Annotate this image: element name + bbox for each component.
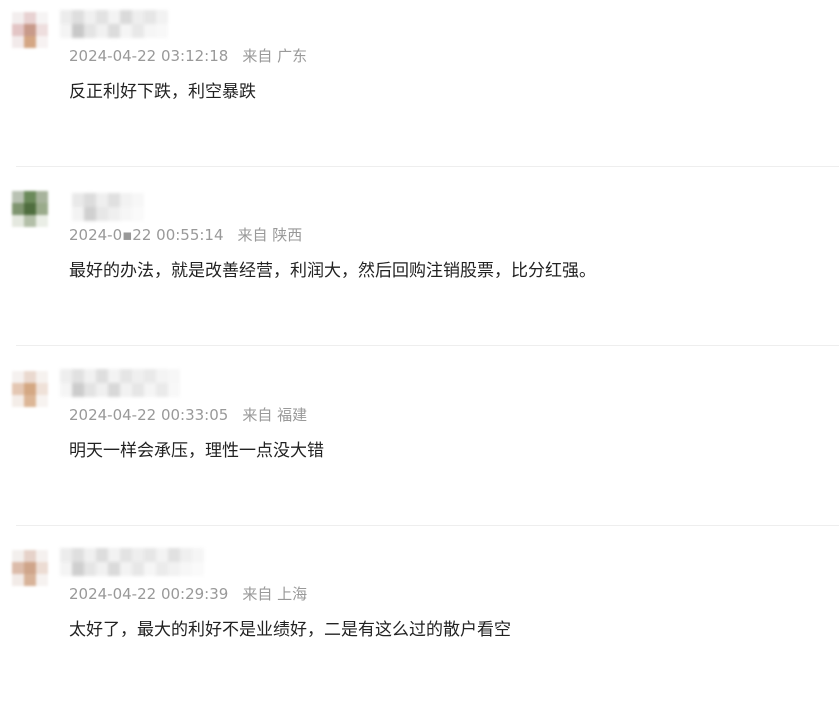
comment-meta: 2024-04-22 00:29:39 来自 上海 [69,584,307,604]
comment-text: 反正利好下跌，利空暴跌 [69,82,256,102]
comment-location: 来自 陕西 [237,226,303,244]
comment-timestamp: 2024-04-22 00:33:05 [69,406,229,424]
comment-timestamp: 2024-04-22 03:12:18 [69,47,229,65]
comment-text: 明天一样会承压，理性一点没大错 [69,441,324,461]
avatar[interactable] [12,12,48,48]
divider [16,525,839,526]
comment-location: 来自 广东 [242,47,308,65]
comment-meta: 2024-04-22 00:33:05 来自 福建 [69,405,307,425]
comment-item: 2024-0▪22 00:55:14 来自 陕西 最好的办法，就是改善经营，利润大… [0,179,839,358]
comment-location: 来自 福建 [242,406,308,424]
comment-text: 太好了，最大的利好不是业绩好，二是有这么过的散户看空 [69,620,511,640]
comment-item: 2024-04-22 03:12:18 来自 广东 反正利好下跌，利空暴跌 [0,0,839,179]
username-blurred[interactable] [60,548,204,576]
avatar[interactable] [12,191,48,227]
avatar[interactable] [12,371,48,407]
username-blurred[interactable] [72,193,144,221]
username-blurred[interactable] [60,10,170,38]
comment-meta: 2024-04-22 03:12:18 来自 广东 [69,46,307,66]
comment-item: 2024-04-22 00:33:05 来自 福建 明天一样会承压，理性一点没大错 [0,359,839,538]
comment-meta: 2024-0▪22 00:55:14 来自 陕西 [69,225,302,245]
comment-text: 最好的办法，就是改善经营，利润大，然后回购注销股票，比分红强。 [69,261,596,281]
comment-item: 2024-04-22 00:29:39 来自 上海 太好了，最大的利好不是业绩好，… [0,538,839,717]
avatar[interactable] [12,550,48,586]
divider [16,345,839,346]
username-blurred[interactable] [60,369,180,397]
divider [16,166,839,167]
comment-location: 来自 上海 [242,585,308,603]
comment-timestamp: 2024-04-22 00:29:39 [69,585,229,603]
comment-timestamp: 2024-0▪22 00:55:14 [69,226,224,244]
